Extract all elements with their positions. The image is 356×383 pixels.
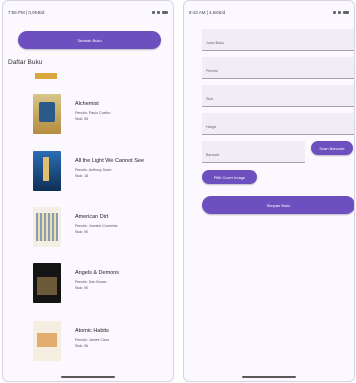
save-book-button[interactable]: Simpan Buku [202,196,354,214]
add-book-button[interactable]: Tambah Buku [18,31,161,49]
battery-icon [162,10,168,14]
book-cover [33,321,61,361]
book-list-screen: 7:55 PM | 0,0KB/d Tambah Buku Daftar Buk… [2,0,174,382]
status-bar: 8:43 AM | 4,5KB/d [184,7,354,17]
book-cover [33,207,61,247]
book-title: American Dirt [75,214,109,220]
signal-icon [333,10,336,14]
choose-cover-button[interactable]: Pilih Cover Image [202,170,257,184]
title-field[interactable]: Judul Buku [202,29,354,51]
stock-field[interactable]: Stok [202,85,354,107]
book-cover [33,151,61,191]
scan-barcode-button[interactable]: Scan Barcode [311,141,353,155]
book-cover [33,94,61,134]
barcode-field[interactable]: Barcode [202,141,305,163]
status-time: 8:43 AM | 4,5KB/d [189,9,226,15]
status-time: 7:55 PM | 0,0KB/d [8,9,45,15]
book-stock: Stok: 55 [75,117,89,121]
book-item[interactable]: All the Light We Cannot See Penulis: Ant… [33,151,173,211]
status-icons [152,10,168,14]
book-stock: Stok: 56 [75,344,89,348]
gesture-bar[interactable] [242,376,296,378]
partial-book-cover [35,73,57,79]
wifi-icon [157,10,160,14]
book-title: Angels & Demons [75,270,120,276]
price-field[interactable]: Harga [202,113,354,135]
book-cover [33,263,61,303]
list-title: Daftar Buku [8,59,43,66]
book-title: All the Light We Cannot See [75,158,144,164]
signal-icon [152,10,155,14]
gesture-bar[interactable] [61,376,115,378]
book-title: Alchemist [75,101,99,107]
wifi-icon [338,10,341,14]
book-stock: Stok: 90 [75,286,89,290]
status-bar: 7:55 PM | 0,0KB/d [3,7,173,17]
book-stock: Stok: 90 [75,230,89,234]
author-field[interactable]: Penulis [202,57,354,79]
book-item[interactable]: Angels & Demons Penulis: Dan Brown Stok:… [33,263,173,323]
book-stock: Stok: 18 [75,174,89,178]
battery-icon [343,10,349,14]
book-item[interactable]: Alchemist Penulis: Paulo Coelho Stok: 55 [33,94,173,154]
book-item[interactable]: American Dirt Penulis: Jeanine Cummins S… [33,207,173,267]
add-book-screen: 8:43 AM | 4,5KB/d Judul Buku Penulis Sto… [183,0,355,382]
book-item[interactable]: Atomic Habits Penulis: James Clear Stok:… [33,321,173,381]
book-title: Atomic Habits [75,328,109,334]
status-icons [333,10,349,14]
